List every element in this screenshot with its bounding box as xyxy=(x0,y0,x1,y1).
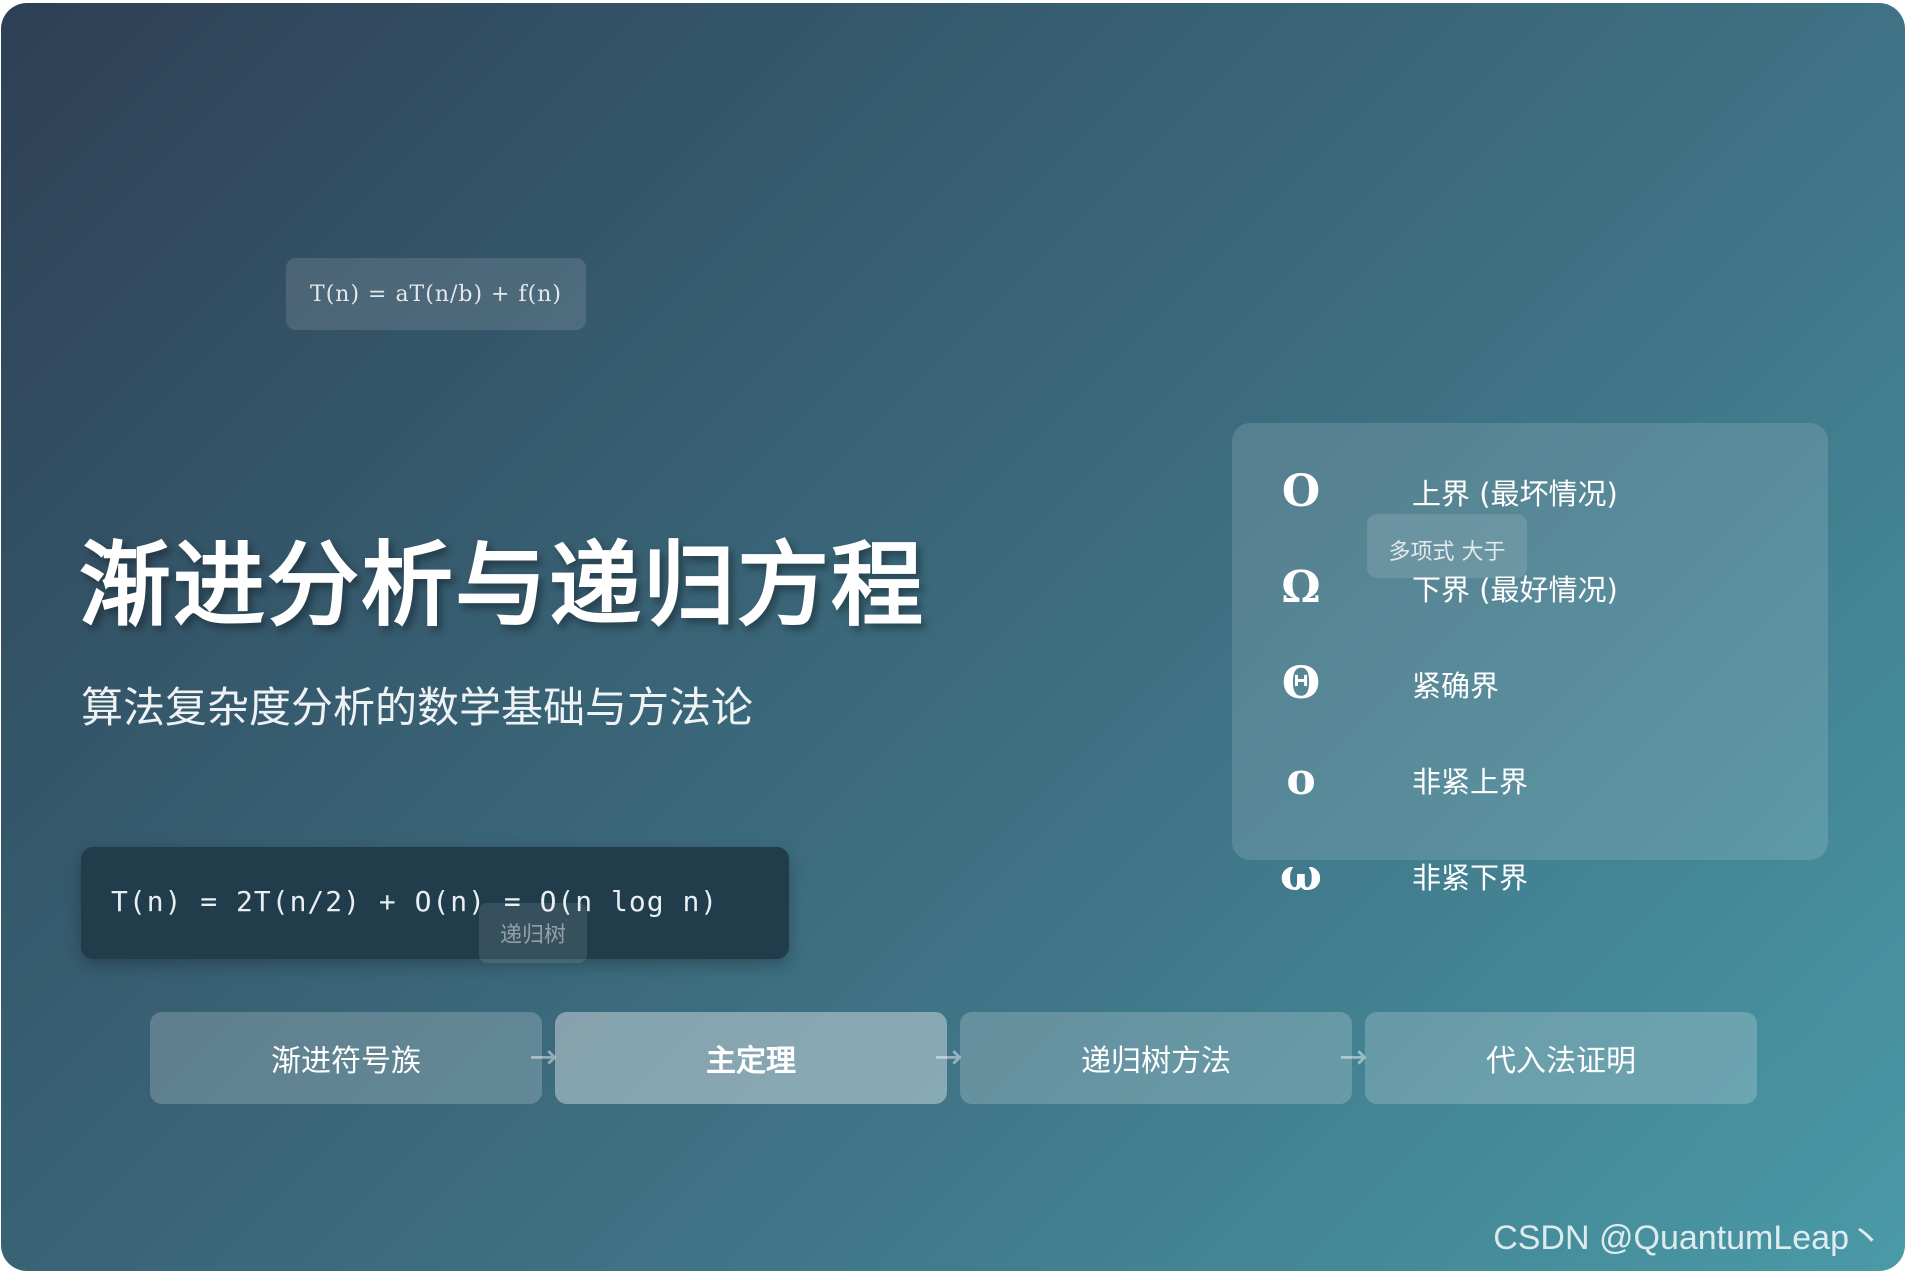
legend-item-big-o: O 上界 (最坏情况) xyxy=(1276,466,1618,517)
big-omega-symbol-icon: Ω xyxy=(1281,562,1321,613)
flow-step-substitution-proof[interactable]: 代入法证明 xyxy=(1365,1012,1757,1104)
legend-item-label: 下界 (最好情况) xyxy=(1412,572,1618,607)
page-subtitle: 算法复杂度分析的数学基础与方法论 xyxy=(81,683,754,732)
arrow-right-icon: → xyxy=(1339,1037,1368,1077)
legend-item-little-o: o 非紧上界 xyxy=(1276,754,1528,805)
flow-step-asymptotic-notation[interactable]: 渐进符号族 xyxy=(150,1012,542,1104)
legend-item-big-theta: Θ 紧确界 xyxy=(1276,658,1499,709)
big-o-symbol-icon: O xyxy=(1281,466,1321,517)
csdn-watermark: CSDN @QuantumLeap丶 xyxy=(1493,1219,1883,1257)
slide-canvas: T(n) = aT(n/b) + f(n) 渐进分析与递归方程 算法复杂度分析的… xyxy=(1,3,1905,1271)
legend-item-label: 非紧上界 xyxy=(1412,764,1529,799)
recursion-tree-tag: 递归树 xyxy=(479,903,587,963)
little-omega-symbol-icon: ω xyxy=(1280,850,1322,901)
legend-item-little-omega: ω 非紧下界 xyxy=(1276,850,1528,901)
arrow-right-icon: → xyxy=(934,1037,963,1077)
big-theta-symbol-icon: Θ xyxy=(1281,658,1321,709)
little-o-symbol-icon: o xyxy=(1286,754,1316,805)
arrow-right-icon: → xyxy=(529,1037,558,1077)
legend-item-big-omega: Ω 下界 (最好情况) xyxy=(1276,562,1618,613)
code-formula-text: T(n) = 2T(n/2) + O(n) = O(n log n) xyxy=(111,885,719,918)
page-title: 渐进分析与递归方程 xyxy=(79,532,926,639)
legend-item-label: 非紧下界 xyxy=(1412,860,1529,895)
flow-step-master-theorem[interactable]: 主定理 xyxy=(555,1012,947,1104)
flow-step-recursion-tree[interactable]: 递归树方法 xyxy=(960,1012,1352,1104)
legend-item-label: 紧确界 xyxy=(1412,668,1500,703)
code-formula-box: T(n) = 2T(n/2) + O(n) = O(n log n) xyxy=(81,847,789,959)
legend-item-label: 上界 (最坏情况) xyxy=(1412,476,1618,511)
recurrence-formula-chip: T(n) = aT(n/b) + f(n) xyxy=(286,258,586,330)
